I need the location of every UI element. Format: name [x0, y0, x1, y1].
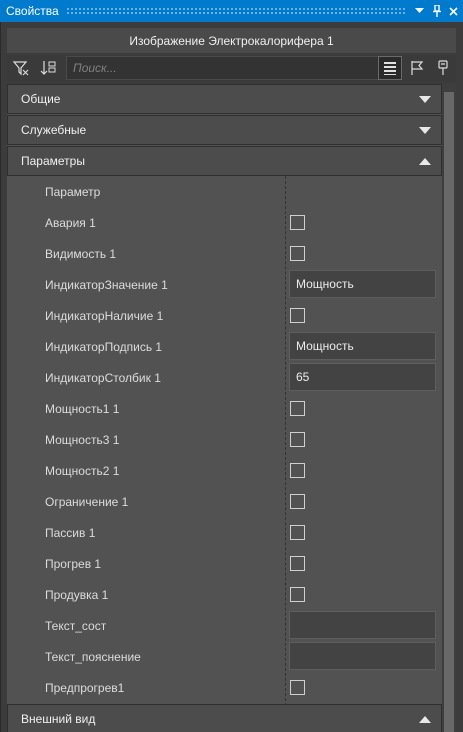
- property-label: Авария 1: [45, 215, 96, 230]
- section-service[interactable]: Служебные: [7, 115, 442, 145]
- property-label: Видимость 1: [45, 246, 117, 261]
- property-label: Пассив 1: [45, 525, 96, 540]
- property-checkbox[interactable]: [290, 308, 305, 323]
- property-list: Общие Служебные Параметры Параметр Авария…: [7, 84, 442, 732]
- property-row[interactable]: ИндикаторНаличие 1: [7, 300, 442, 331]
- pin-icon[interactable]: [431, 56, 455, 80]
- section-general[interactable]: Общие: [7, 84, 442, 114]
- section-service-label: Служебные: [21, 123, 87, 137]
- property-label: Ограничение 1: [45, 494, 129, 509]
- property-checkbox[interactable]: [290, 463, 305, 478]
- panel-title: Свойства: [6, 4, 59, 18]
- flag-icon[interactable]: [405, 56, 429, 80]
- section-appearance-label: Внешний вид: [21, 712, 96, 726]
- property-row[interactable]: ИндикаторСтолбик 1 65: [7, 362, 442, 393]
- expand-arrow-icon[interactable]: [419, 96, 431, 103]
- property-checkbox[interactable]: [290, 401, 305, 416]
- vertical-scrollbar[interactable]: [442, 84, 456, 732]
- property-row[interactable]: Текст_пояснение: [7, 641, 442, 672]
- collapse-arrow-icon[interactable]: [419, 158, 431, 165]
- list-view-icon[interactable]: [378, 56, 402, 80]
- property-row[interactable]: ИндикаторЗначение 1 Мощность: [7, 269, 442, 300]
- collapse-arrow-icon[interactable]: [419, 716, 431, 723]
- property-text-field[interactable]: [289, 642, 436, 670]
- property-checkbox[interactable]: [290, 215, 305, 230]
- property-checkbox[interactable]: [290, 556, 305, 571]
- property-row[interactable]: Мощность1 1: [7, 393, 442, 424]
- property-row[interactable]: Прогрев 1: [7, 548, 442, 579]
- property-checkbox[interactable]: [290, 494, 305, 509]
- sort-icon[interactable]: [36, 56, 60, 80]
- property-row[interactable]: Ограничение 1: [7, 486, 442, 517]
- scrollbar-thumb[interactable]: [444, 92, 454, 732]
- property-label: ИндикаторНаличие 1: [45, 308, 164, 323]
- property-label: ИндикаторСтолбик 1: [45, 370, 161, 385]
- property-label: Параметр: [45, 184, 101, 199]
- property-row[interactable]: Продувка 1: [7, 579, 442, 610]
- property-text-field[interactable]: Мощность: [289, 332, 436, 360]
- panel-title-bar[interactable]: Свойства: [0, 0, 463, 22]
- property-row[interactable]: Параметр: [7, 176, 442, 207]
- property-text-field[interactable]: Мощность: [289, 270, 436, 298]
- property-row[interactable]: Текст_сост: [7, 610, 442, 641]
- section-parameters-label: Параметры: [21, 154, 85, 168]
- close-icon[interactable]: [446, 3, 461, 19]
- drag-grip[interactable]: [66, 7, 406, 15]
- property-label: ИндикаторЗначение 1: [45, 277, 168, 292]
- property-checkbox[interactable]: [290, 246, 305, 261]
- object-header: Изображение Электрокалорифера 1: [7, 28, 456, 53]
- section-appearance[interactable]: Внешний вид: [7, 704, 442, 732]
- properties-toolbar: Поиск...: [7, 55, 456, 82]
- property-checkbox[interactable]: [290, 432, 305, 447]
- parameters-grid: Параметр Авария 1 Видимость 1 ИндикаторЗнач…: [7, 176, 442, 706]
- pin-window-icon[interactable]: [429, 3, 444, 19]
- property-text-field[interactable]: [289, 611, 436, 639]
- section-general-label: Общие: [21, 92, 61, 106]
- section-parameters[interactable]: Параметры: [7, 146, 442, 176]
- property-checkbox[interactable]: [290, 587, 305, 602]
- property-row[interactable]: Мощность2 1: [7, 455, 442, 486]
- property-label: Продувка 1: [45, 587, 109, 602]
- dropdown-icon[interactable]: [412, 3, 427, 19]
- property-label: Текст_сост: [45, 618, 107, 633]
- property-text-field[interactable]: 65: [289, 363, 436, 391]
- property-label: Текст_пояснение: [45, 649, 141, 664]
- property-checkbox[interactable]: [290, 525, 305, 540]
- property-row[interactable]: Видимость 1: [7, 238, 442, 269]
- property-label: Мощность2 1: [45, 463, 120, 478]
- property-label: Мощность1 1: [45, 401, 120, 416]
- property-row[interactable]: Предпрогрев1: [7, 672, 442, 703]
- property-checkbox[interactable]: [290, 680, 305, 695]
- property-label: Предпрогрев1: [45, 680, 125, 695]
- property-row[interactable]: Пассив 1: [7, 517, 442, 548]
- property-row[interactable]: Авария 1: [7, 207, 442, 238]
- property-row[interactable]: Мощность3 1: [7, 424, 442, 455]
- property-label: Мощность3 1: [45, 432, 120, 447]
- filter-icon[interactable]: [9, 56, 33, 80]
- property-label: ИндикаторПодпись 1: [45, 339, 163, 354]
- property-row[interactable]: ИндикаторПодпись 1 Мощность: [7, 331, 442, 362]
- property-label: Прогрев 1: [45, 556, 102, 571]
- expand-arrow-icon[interactable]: [419, 127, 431, 134]
- search-input[interactable]: Поиск...: [66, 56, 380, 80]
